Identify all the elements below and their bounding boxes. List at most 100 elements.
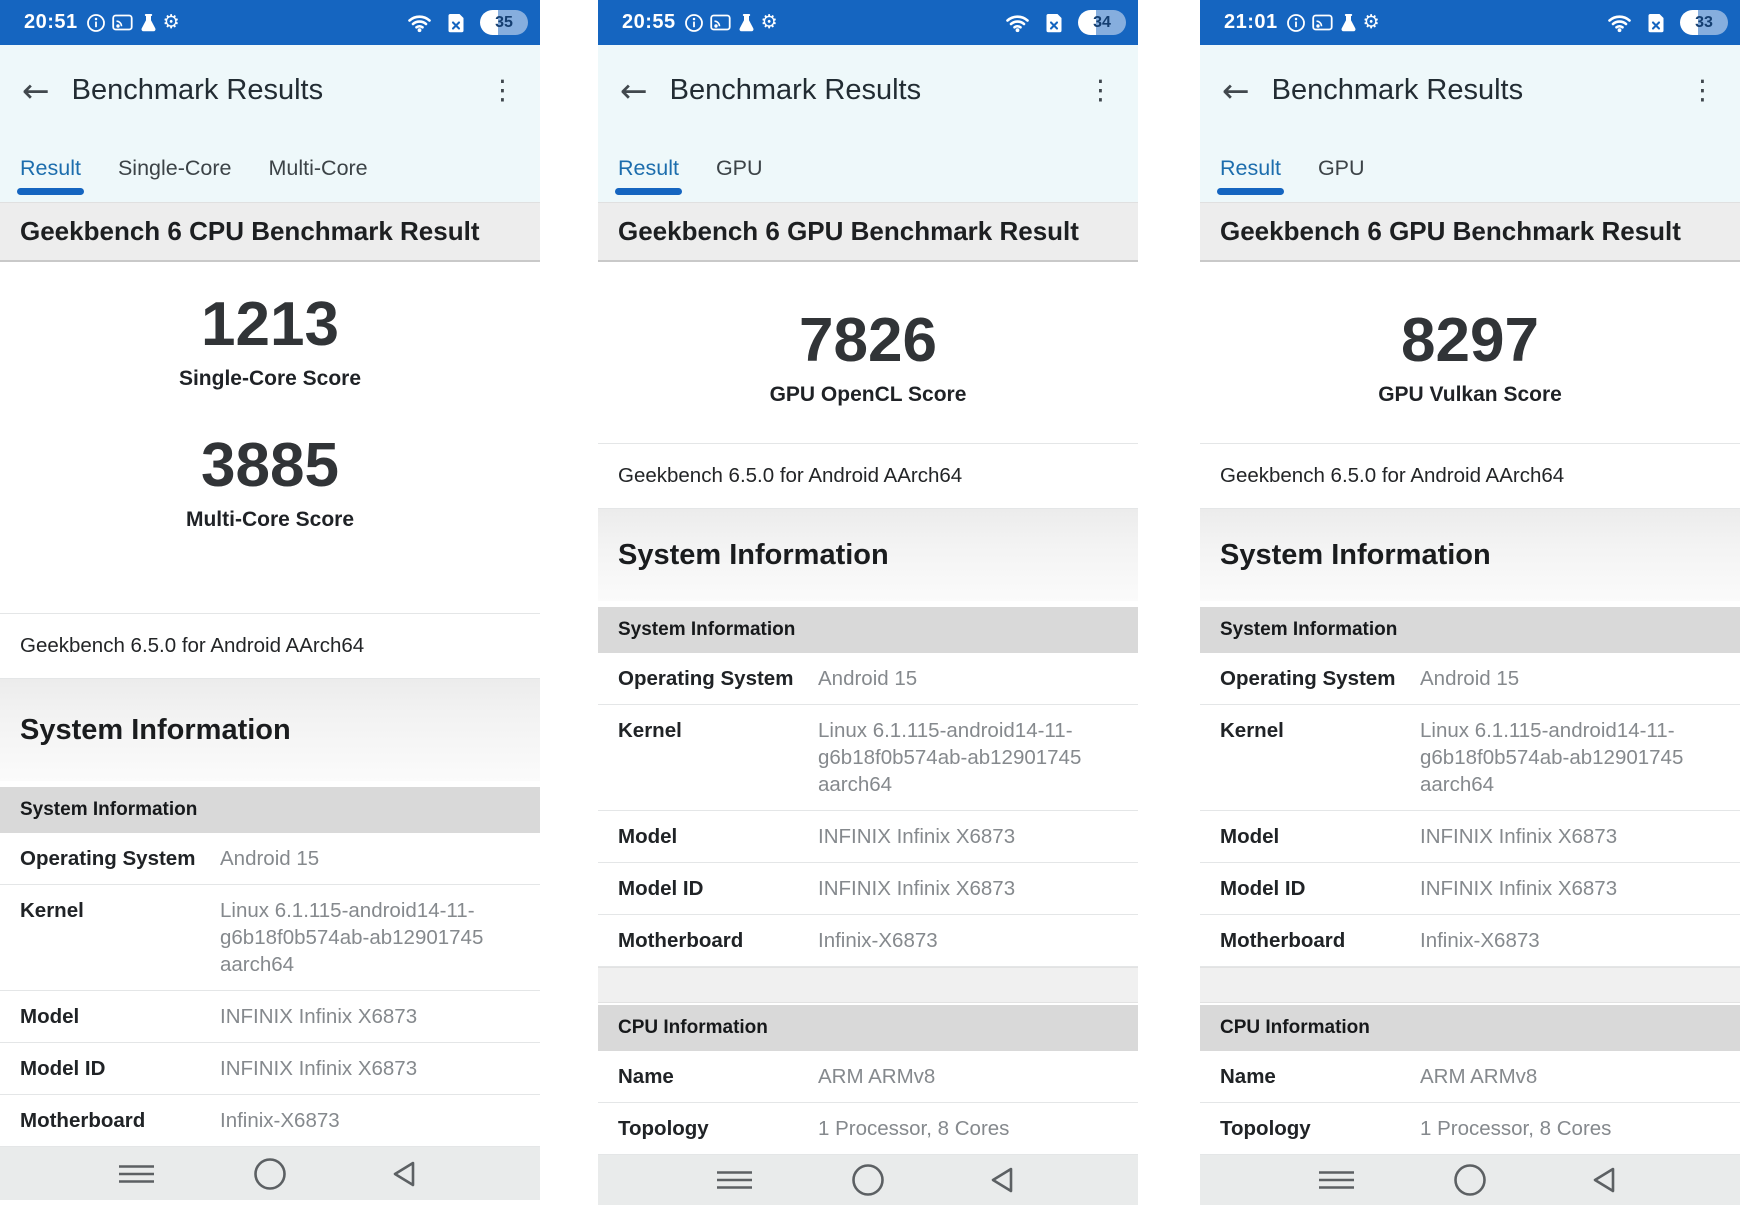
back-nav-button[interactable] [1573, 1165, 1633, 1195]
page-title: Benchmark Results [1271, 73, 1524, 106]
table-row: Name ARM ARMv8 [1200, 1051, 1740, 1103]
table-row: Topology 1 Processor, 8 Cores [1200, 1103, 1740, 1155]
wifi-icon [1005, 13, 1030, 33]
table-row: Model ID INFINIX Infinix X6873 [0, 1043, 540, 1095]
section-title: System Information [0, 679, 540, 781]
table-row: Operating System Android 15 [0, 833, 540, 885]
app-header: ← Benchmark Results ⋮ Result GPU [598, 45, 1138, 202]
android-nav-bar [0, 1147, 540, 1200]
geekbench-version: Geekbench 6.5.0 for Android AArch64 [598, 444, 1138, 509]
table-row: Operating System Android 15 [598, 653, 1138, 705]
recents-menu-button[interactable] [705, 1168, 765, 1192]
home-button[interactable] [240, 1156, 300, 1192]
table-row: Motherboard Infinix-X6873 [1200, 915, 1740, 967]
cpuinfo-subheader: CPU Information [598, 1005, 1138, 1051]
info-icon [86, 13, 106, 33]
battery-indicator: 34 [1078, 10, 1126, 35]
status-bar: 20:51 ⚙ 35 [0, 0, 540, 45]
overflow-menu-icon[interactable]: ⋮ [1683, 75, 1722, 106]
section-title: System Information [1200, 509, 1740, 601]
tab-result[interactable]: Result [615, 156, 682, 195]
info-icon [1286, 13, 1306, 33]
status-bar: 20:55 ⚙ 34 [598, 0, 1138, 45]
back-nav-button[interactable] [971, 1165, 1031, 1195]
table-row: Motherboard Infinix-X6873 [0, 1095, 540, 1147]
gear-icon: ⚙ [162, 10, 180, 33]
table-row: Operating System Android 15 [1200, 653, 1740, 705]
gear-icon: ⚙ [760, 10, 778, 33]
wifi-icon [1607, 13, 1632, 33]
section-spacer [1200, 967, 1740, 1003]
table-row: Topology 1 Processor, 8 Cores [598, 1103, 1138, 1155]
table-row: Model INFINIX Infinix X6873 [1200, 811, 1740, 863]
status-right: 35 [407, 10, 528, 35]
back-arrow-icon[interactable]: ← [620, 74, 648, 107]
info-icon [684, 13, 704, 33]
table-row: Model INFINIX Infinix X6873 [0, 991, 540, 1043]
tab-result[interactable]: Result [17, 156, 84, 195]
back-arrow-icon[interactable]: ← [1222, 74, 1250, 107]
screenshot-gpu-opencl-result: 20:55 ⚙ 34 ← Benchmark Results ⋮ Result [598, 0, 1138, 1205]
table-row: Motherboard Infinix-X6873 [598, 915, 1138, 967]
score-section: 1213 Single-Core Score 3885 Multi-Core S… [0, 262, 540, 614]
table-row: Name ARM ARMv8 [598, 1051, 1138, 1103]
battery-indicator: 33 [1680, 10, 1728, 35]
screenshot-gpu-vulkan-result: 21:01 ⚙ 33 ← Benchmark Results ⋮ Result [1200, 0, 1740, 1205]
wifi-icon [407, 13, 432, 33]
cast-screen-icon [111, 14, 134, 32]
no-sim-icon [1045, 13, 1063, 33]
no-sim-icon [447, 13, 465, 33]
overflow-menu-icon[interactable]: ⋮ [1081, 75, 1120, 106]
clock: 20:51 [24, 11, 78, 33]
recents-menu-button[interactable] [107, 1162, 167, 1186]
tab-bar: Result GPU [1200, 135, 1740, 202]
table-row: Model ID INFINIX Infinix X6873 [598, 863, 1138, 915]
overflow-menu-icon[interactable]: ⋮ [483, 75, 522, 106]
three-screenshot-montage: 20:51 ⚙ 35 ← Benchmark Results ⋮ Result [0, 0, 1740, 1205]
tab-result[interactable]: Result [1217, 156, 1284, 195]
tab-bar: Result Single-Core Multi-Core [0, 135, 540, 202]
clock: 21:01 [1224, 11, 1278, 33]
home-button[interactable] [1440, 1162, 1500, 1198]
battery-indicator: 35 [480, 10, 528, 35]
flask-debug-icon [1340, 13, 1357, 33]
tab-gpu[interactable]: GPU [716, 156, 763, 181]
tab-multi-core[interactable]: Multi-Core [268, 156, 367, 181]
page-title: Benchmark Results [71, 73, 324, 106]
status-bar: 21:01 ⚙ 33 [1200, 0, 1740, 45]
geekbench-version: Geekbench 6.5.0 for Android AArch64 [1200, 444, 1740, 509]
page-title: Benchmark Results [669, 73, 922, 106]
single-core-score: 1213 [201, 290, 339, 359]
score-section: 7826 GPU OpenCL Score [598, 262, 1138, 444]
android-nav-bar [598, 1155, 1138, 1205]
back-nav-button[interactable] [373, 1159, 433, 1189]
sysinfo-subheader: System Information [0, 787, 540, 833]
multi-core-score: 3885 [201, 431, 339, 501]
sysinfo-subheader: System Information [598, 607, 1138, 653]
status-right: 33 [1607, 10, 1728, 35]
result-title-band: Geekbench 6 CPU Benchmark Result [0, 202, 540, 262]
geekbench-version: Geekbench 6.5.0 for Android AArch64 [0, 614, 540, 679]
gear-icon: ⚙ [1362, 10, 1380, 33]
table-row: Model INFINIX Infinix X6873 [598, 811, 1138, 863]
section-title: System Information [598, 509, 1138, 601]
tab-single-core[interactable]: Single-Core [118, 156, 232, 181]
home-button[interactable] [838, 1162, 898, 1198]
table-row: Model ID INFINIX Infinix X6873 [1200, 863, 1740, 915]
status-right: 34 [1005, 10, 1126, 35]
section-spacer [598, 967, 1138, 1003]
table-row: Kernel Linux 6.1.115-android14-11- g6b18f… [1200, 705, 1740, 811]
flask-debug-icon [140, 13, 157, 33]
gpu-vulkan-score: 8297 [1401, 306, 1539, 375]
screenshot-cpu-result: 20:51 ⚙ 35 ← Benchmark Results ⋮ Result [0, 0, 540, 1200]
result-title-band: Geekbench 6 GPU Benchmark Result [598, 202, 1138, 262]
result-title-band: Geekbench 6 GPU Benchmark Result [1200, 202, 1740, 262]
recents-menu-button[interactable] [1307, 1168, 1367, 1192]
tab-bar: Result GPU [598, 135, 1138, 202]
app-header: ← Benchmark Results ⋮ Result GPU [1200, 45, 1740, 202]
sysinfo-subheader: System Information [1200, 607, 1740, 653]
score-section: 8297 GPU Vulkan Score [1200, 262, 1740, 444]
tab-gpu[interactable]: GPU [1318, 156, 1365, 181]
no-sim-icon [1647, 13, 1665, 33]
back-arrow-icon[interactable]: ← [22, 74, 50, 107]
